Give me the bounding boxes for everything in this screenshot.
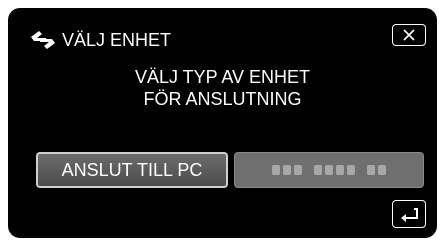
back-button[interactable] (392, 200, 426, 228)
close-icon (403, 29, 415, 41)
instruction-line-2: FÖR ANSLUTNING (143, 89, 302, 109)
device-connect-icon (31, 31, 55, 49)
connect-to-pc-button[interactable]: ANSLUT TILL PC (36, 152, 228, 188)
device-select-screen: VÄLJ ENHET VÄLJ TYP AV ENHET FÖR ANSLUTN… (8, 8, 437, 238)
close-button[interactable] (392, 24, 426, 46)
connect-to-pc-label: ANSLUT TILL PC (61, 159, 203, 180)
page-title: VÄLJ ENHET (62, 30, 172, 50)
second-device-option-button[interactable] (234, 152, 424, 188)
instruction-line-1: VÄLJ TYP AV ENHET (134, 67, 311, 87)
instruction-message: VÄLJ TYP AV ENHET FÖR ANSLUTNING (8, 66, 437, 110)
return-arrow-icon (401, 208, 418, 222)
blurred-label (272, 165, 386, 175)
